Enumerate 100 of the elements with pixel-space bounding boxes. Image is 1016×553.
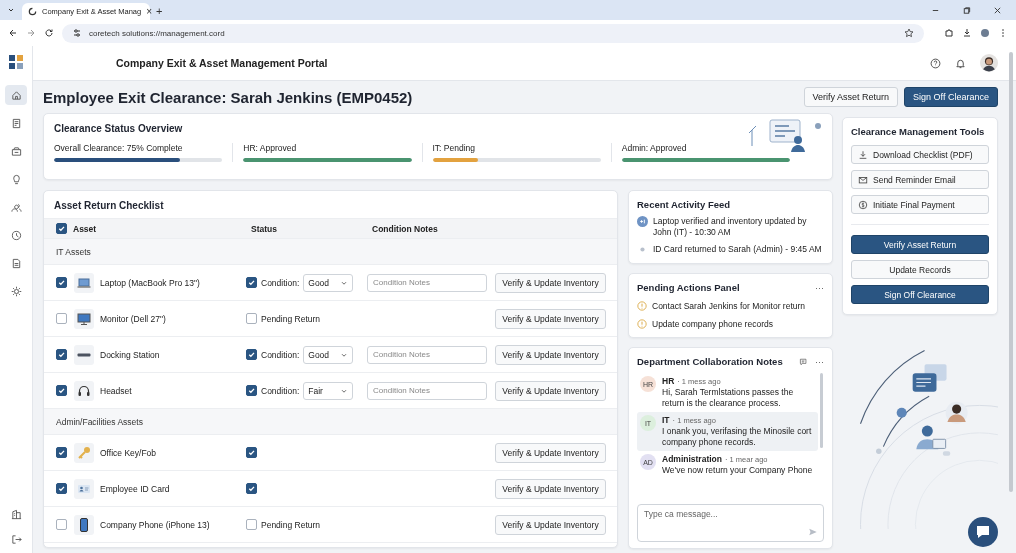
checkbox[interactable]: [56, 313, 67, 324]
app-logo-icon[interactable]: [9, 55, 23, 69]
reload-icon[interactable]: [44, 28, 54, 38]
checkbox[interactable]: [56, 277, 67, 288]
tool-button[interactable]: Verify Asset Return: [851, 235, 989, 254]
page-action-button[interactable]: Verify Asset Return: [803, 87, 899, 107]
column-header: Status: [251, 223, 278, 234]
asset-thumbnail: [74, 442, 94, 463]
back-icon[interactable]: [8, 28, 18, 38]
mail-icon: [858, 174, 868, 185]
condition-notes-field[interactable]: Condition Notes: [367, 381, 487, 400]
more-button[interactable]: ···: [815, 356, 824, 367]
asset-name: Monitor (Dell 27"): [100, 313, 167, 324]
settings-icon: [10, 285, 22, 297]
users-icon: [10, 201, 22, 213]
condition-select[interactable]: Good: [303, 273, 354, 292]
header-title: Company Exit & Asset Management Portal: [116, 57, 328, 69]
tool-button[interactable]: Sign Off Clearance: [851, 285, 989, 304]
new-tab-button[interactable]: +: [156, 5, 163, 17]
activity-text: Laptop verified and inventory updated by John (IT) - 10:30 AM: [653, 216, 808, 239]
card-title: Clearance Management Tools: [851, 126, 986, 137]
status-label: Condition:: [261, 349, 300, 360]
home-icon: [10, 89, 22, 101]
condition-select[interactable]: Fair: [303, 381, 354, 400]
coin-icon: [858, 199, 868, 210]
status-checkbox[interactable]: [246, 483, 257, 494]
checkbox[interactable]: [56, 223, 67, 234]
checkbox[interactable]: [56, 349, 67, 360]
asset-thumbnail: [74, 344, 94, 365]
tool-button[interactable]: Initiate Final Payment: [851, 195, 989, 214]
profile-icon[interactable]: [980, 28, 990, 38]
lightbulb-icon: [10, 173, 22, 185]
chat-button[interactable]: [968, 517, 998, 547]
tool-button[interactable]: Download Checklist (PDF): [851, 145, 989, 164]
group-label: IT Assets: [56, 246, 91, 257]
status-label: Pending Return: [261, 519, 321, 530]
status-checkbox[interactable]: [246, 447, 257, 458]
asset-thumbnail: [74, 272, 94, 293]
status-checkbox[interactable]: [246, 519, 257, 530]
forward-icon[interactable]: [26, 28, 36, 38]
card-title: Recent Activity Feed: [637, 199, 732, 210]
card-title: Department Collaboration Notes: [637, 356, 783, 368]
column-header: Asset: [73, 223, 98, 234]
card-title: Asset Return Checklist: [53, 199, 165, 213]
checkbox[interactable]: [56, 385, 67, 396]
comment-icon[interactable]: [798, 356, 807, 367]
close-icon[interactable]: [993, 6, 1002, 15]
logout-icon[interactable]: [10, 534, 22, 545]
more-button[interactable]: ···: [815, 282, 824, 293]
warning-icon: [637, 301, 647, 312]
scrollbar[interactable]: [820, 373, 823, 449]
verify-update-button[interactable]: Verify & Update Inventory: [495, 442, 606, 463]
help-icon[interactable]: [930, 57, 941, 69]
asset-name: Employee ID Card: [100, 483, 171, 494]
verify-update-button[interactable]: Verify & Update Inventory: [495, 380, 606, 401]
scrollbar[interactable]: [1009, 52, 1013, 492]
restore-icon[interactable]: [962, 6, 971, 15]
verify-update-button[interactable]: Verify & Update Inventory: [495, 308, 606, 329]
status-checkbox[interactable]: [246, 349, 257, 360]
page-action-button[interactable]: Sign Off Clearance: [904, 87, 998, 107]
status-checkbox[interactable]: [246, 385, 257, 396]
author-name: Administration: [662, 454, 722, 465]
download-icon[interactable]: [962, 28, 972, 38]
clock-icon: [10, 229, 22, 241]
building-icon[interactable]: [10, 509, 22, 520]
checkbox[interactable]: [56, 483, 67, 494]
download-icon: [858, 149, 868, 160]
verify-update-button[interactable]: Verify & Update Inventory: [495, 344, 606, 365]
status-label: Admin: Approved: [621, 143, 688, 153]
asset-thumbnail: [74, 380, 94, 401]
card-title: Pending Actions Panel: [637, 282, 740, 294]
notification-bell-icon[interactable]: [955, 57, 966, 69]
author-name: IT: [662, 415, 670, 426]
warning-icon: [637, 319, 647, 330]
site-settings-icon[interactable]: [72, 28, 82, 38]
sidebar-item[interactable]: [5, 85, 27, 105]
tool-button[interactable]: Update Records: [851, 260, 989, 279]
condition-notes-field[interactable]: Condition Notes: [367, 273, 487, 292]
card-title: Clearance Status Overview: [54, 123, 184, 134]
verify-update-button[interactable]: Verify & Update Inventory: [495, 514, 606, 535]
pending-action-text: Contact Sarah Jenkins for Monitor return: [652, 301, 806, 312]
star-icon[interactable]: [904, 28, 914, 38]
avatar-icon[interactable]: [980, 54, 998, 72]
checkbox[interactable]: [56, 519, 67, 530]
pending-action-text: Update company phone records: [652, 319, 773, 330]
tab-close[interactable]: ×: [146, 6, 153, 17]
status-label: Pending Return: [261, 313, 321, 324]
condition-select[interactable]: Good: [303, 345, 354, 364]
message-text: We've now return your Company Phone: [662, 465, 814, 477]
checkbox[interactable]: [56, 447, 67, 458]
asset-name: Docking Station: [100, 349, 161, 360]
address-bar[interactable]: coretech solutions://management.cord: [62, 23, 924, 43]
status-checkbox[interactable]: [246, 277, 257, 288]
status-checkbox[interactable]: [246, 313, 257, 324]
asset-thumbnail: [74, 514, 94, 535]
condition-notes-field[interactable]: Condition Notes: [367, 345, 487, 364]
message-field[interactable]: Type ca message...: [637, 504, 824, 542]
tool-button[interactable]: Send Reminder Email: [851, 170, 989, 189]
verify-update-button[interactable]: Verify & Update Inventory: [495, 478, 606, 499]
verify-update-button[interactable]: Verify & Update Inventory: [495, 272, 606, 293]
